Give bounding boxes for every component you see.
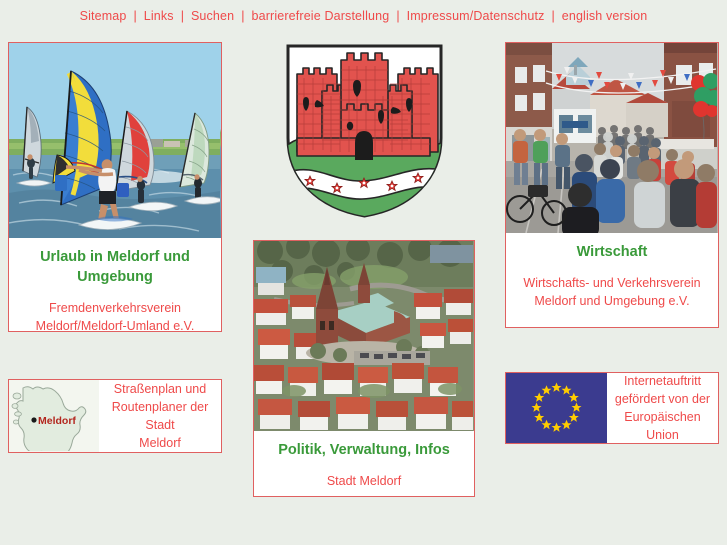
panel-strassenplan-routenplaner[interactable]: Meldorf Straßenplan und Routenplaner der… [8, 379, 222, 453]
windsurfing-photo[interactable] [9, 43, 221, 238]
european-union-flag-icon [506, 373, 607, 443]
eu-line3: Europäischen Union [624, 410, 701, 442]
panel-politik-title: Politik, Verwaltung, Infos [278, 442, 450, 458]
panel-politik-caption: Politik, Verwaltung, Infos Stadt Meldorf [254, 431, 474, 490]
coat-of-arms-icon[interactable] [282, 42, 447, 220]
nav-barrierefreie-darstellung[interactable]: barrierefreie Darstellung [251, 9, 389, 23]
panel-politik-verwaltung-infos[interactable]: Politik, Verwaltung, Infos Stadt Meldorf [253, 240, 475, 497]
strassenplan-line3: Meldorf [139, 436, 181, 450]
nav-separator: | [396, 9, 400, 23]
nav-sitemap[interactable]: Sitemap [80, 9, 127, 23]
nav-separator: | [551, 9, 555, 23]
panel-urlaub-subtitle-line1: Fremdenverkehrsverein [49, 301, 181, 315]
panel-urlaub-in-meldorf[interactable]: Urlaub in Meldorf und Umgebung Fremdenve… [8, 42, 222, 332]
panel-wirtschaft-caption: Wirtschaft Wirtschafts- und Verkehrsvere… [506, 233, 718, 310]
top-navigation: Sitemap | Links | Suchen | barrierefreie… [0, 0, 727, 32]
schleswig-holstein-map[interactable]: Meldorf [9, 380, 99, 452]
panel-wirtschaft-subtitle-line2: Meldorf und Umgebung e.V. [534, 294, 690, 308]
strassenplan-text[interactable]: Straßenplan und Routenplaner der Stadt M… [99, 380, 221, 452]
panel-urlaub-subtitle-line2: Meldorf/Meldorf-Umland e.V. [35, 319, 195, 332]
street-festival-photo[interactable] [506, 43, 718, 233]
panel-wirtschaft[interactable]: Wirtschaft Wirtschafts- und Verkehrsvere… [505, 42, 719, 328]
panel-urlaub-caption: Urlaub in Meldorf und Umgebung Fremdenve… [9, 238, 221, 332]
nav-suchen[interactable]: Suchen [191, 9, 234, 23]
nav-links[interactable]: Links [144, 9, 174, 23]
nav-separator: | [180, 9, 184, 23]
strassenplan-line1: Straßenplan und [113, 382, 207, 396]
eu-line1: Internetauftritt [623, 374, 702, 388]
panel-wirtschaft-title: Wirtschaft [576, 244, 648, 260]
aerial-town-photo[interactable] [254, 241, 474, 431]
panel-eu-foerderung[interactable]: Internetauftritt gefördert von der Europ… [505, 372, 719, 444]
nav-english-version[interactable]: english version [562, 9, 648, 23]
panel-politik-subtitle-line1: Stadt Meldorf [326, 474, 402, 488]
panel-urlaub-title: Urlaub in Meldorf und Umgebung [40, 249, 190, 285]
strassenplan-line2: Routenplaner der Stadt [111, 400, 209, 432]
eu-text[interactable]: Internetauftritt gefördert von der Europ… [607, 373, 718, 443]
panel-wirtschaft-subtitle-line1: Wirtschafts- und Verkehrsverein [523, 276, 701, 290]
eu-line2: gefördert von der [614, 392, 711, 406]
nav-separator: | [133, 9, 137, 23]
nav-separator: | [241, 9, 245, 23]
nav-impressum-datenschutz[interactable]: Impressum/Datenschutz [407, 9, 545, 23]
map-city-label: Meldorf [38, 415, 76, 427]
